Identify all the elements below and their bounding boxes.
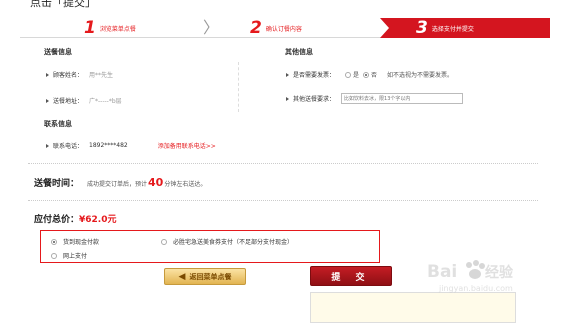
step-3-label: 选择支付并提交: [431, 25, 474, 33]
address-label: 送餐地址：: [53, 98, 84, 105]
submit-button[interactable]: 提 交: [310, 266, 392, 286]
customer-name-value: 用**先生: [89, 72, 114, 79]
step-2-number: 2: [250, 17, 262, 38]
contact-info-title: 联系信息: [44, 120, 72, 128]
step-2: 2 确认订餐内容: [250, 18, 302, 38]
invoice-no-label: 否: [371, 72, 378, 79]
phone-label: 联系电话：: [53, 143, 84, 150]
back-to-menu-button[interactable]: ◀ 返回菜单点餐: [164, 268, 246, 285]
arrow-left-icon: ◀: [178, 271, 186, 282]
svg-text:Bai: Bai: [427, 262, 457, 282]
column-divider: [238, 62, 239, 112]
bullet-icon: [46, 143, 49, 148]
baidu-watermark-logo: Bai 经验 jingyan.baidu.com: [425, 255, 545, 295]
payment-online-label: 网上支付: [63, 253, 88, 260]
svg-text:经验: 经验: [485, 264, 514, 281]
back-button-label: 返回菜单点餐: [189, 272, 232, 281]
step-3-active: 3 选择支付并提交: [380, 18, 550, 38]
payment-option-cash[interactable]: 货到现金付款: [47, 237, 99, 246]
step-3-number: 3: [416, 17, 428, 38]
submit-button-label: 提 交: [331, 272, 371, 283]
requirement-label: 其他送餐要求：: [293, 96, 336, 103]
payment-cash-label: 货到现金付款: [63, 239, 100, 246]
requirement-input[interactable]: [341, 93, 464, 104]
payment-option-online[interactable]: 网上支付: [47, 251, 87, 260]
invoice-hint: 如不选视为不需要发票。: [387, 72, 454, 79]
bullet-icon: [46, 98, 49, 103]
divider-line: [28, 200, 538, 201]
customer-name-label: 顾客姓名：: [53, 72, 84, 79]
delivery-time-heading: 送餐时间：: [34, 179, 80, 189]
delivery-time: 送餐时间： 成功提交订单后，预计 40 分钟左右送达。: [34, 176, 206, 189]
step-1-label: 浏览菜单点餐: [99, 25, 136, 33]
phone-row: 联系电话： 1892****482 添加备用联系电话>>: [46, 141, 216, 150]
total-price: 应付总价：¥62.0元: [34, 212, 116, 225]
payment-coupon-label: 必胜宅急送美食券支付（不足部分支付现金）: [173, 239, 294, 246]
requirement-row: 其他送餐要求：: [286, 93, 464, 104]
order-submit-page: 点击「提交」 1 浏览菜单点餐 〉 2 确认订餐内容 3 选择支付并提交 送餐信…: [0, 0, 583, 323]
delivery-info-title: 送餐信息: [44, 48, 72, 56]
customer-name-row: 顾客姓名： 用**先生: [46, 70, 113, 79]
payment-options: 货到现金付款 必胜宅急送美食券支付（不足部分支付现金） 网上支付: [40, 230, 380, 263]
invoice-row: 是否需要发票： 是 否 如不选视为不需要发票。: [286, 70, 453, 79]
total-label: 应付总价：: [34, 215, 80, 225]
step-2-label: 确认订餐内容: [265, 25, 302, 33]
svg-text:jingyan.baidu.com: jingyan.baidu.com: [438, 284, 513, 293]
payment-option-coupon[interactable]: 必胜宅急送美食券支付（不足部分支付现金）: [157, 237, 293, 246]
phone-value: 1892****482: [89, 142, 128, 149]
invoice-yes-label: 是: [353, 72, 360, 79]
payment-cash-radio[interactable]: [51, 238, 57, 245]
chevron-right-icon: 〉: [203, 18, 220, 37]
delivery-time-suffix: 分钟左右送达。: [164, 181, 207, 188]
delivery-time-minutes: 40: [148, 176, 164, 189]
address-row: 送餐地址： 广*-----*b层: [46, 96, 122, 105]
address-value: 广*-----*b层: [89, 98, 122, 105]
total-amount: ¥62.0元: [79, 215, 117, 225]
other-info-title: 其他信息: [285, 48, 313, 56]
invoice-no-radio[interactable]: [363, 71, 370, 78]
step-1: 1 浏览菜单点餐: [84, 18, 136, 38]
step-1-number: 1: [84, 17, 96, 38]
invoice-label: 是否需要发票：: [293, 72, 336, 79]
bullet-icon: [286, 72, 289, 77]
add-phone-link[interactable]: 添加备用联系电话>>: [158, 141, 216, 150]
bullet-icon: [46, 72, 49, 77]
page-heading: 点击「提交」: [30, 0, 96, 9]
divider-line: [28, 163, 538, 164]
bullet-icon: [286, 96, 289, 101]
info-box: [310, 292, 516, 323]
delivery-time-prefix: 成功提交订单后，预计: [87, 181, 148, 188]
progress-steps: 1 浏览菜单点餐 〉 2 确认订餐内容 3 选择支付并提交: [20, 18, 550, 38]
payment-online-radio[interactable]: [51, 252, 57, 259]
invoice-yes-radio[interactable]: [345, 71, 352, 78]
paw-icon: Bai 经验 jingyan.baidu.com: [427, 260, 514, 293]
payment-coupon-radio[interactable]: [161, 238, 167, 245]
